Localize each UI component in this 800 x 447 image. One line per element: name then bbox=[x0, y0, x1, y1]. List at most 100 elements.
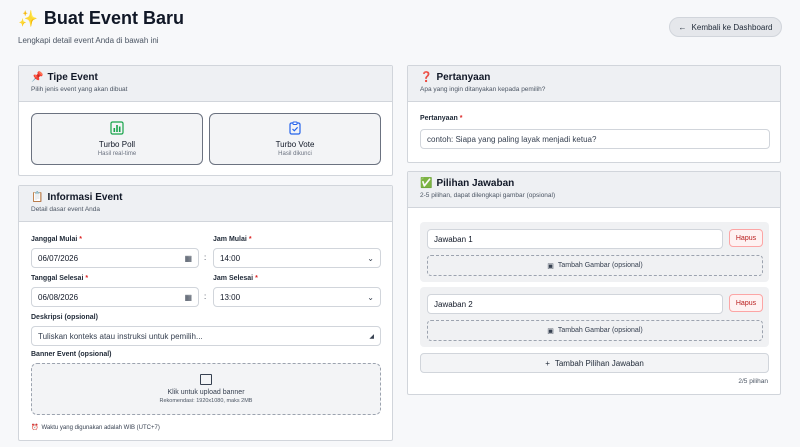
required-mark: * bbox=[85, 275, 89, 282]
time-separator: : bbox=[204, 253, 207, 262]
required-mark: * bbox=[79, 236, 83, 243]
question-label: Pertanyaan * bbox=[420, 115, 462, 122]
calendar-icon: ▦ bbox=[184, 253, 192, 263]
turbo-poll-label: Turbo Poll bbox=[98, 140, 136, 149]
required-mark: * bbox=[255, 275, 258, 282]
chevron-down-icon: ⌄ bbox=[367, 253, 374, 263]
event-info-description: Detail dasar event Anda bbox=[31, 206, 101, 213]
arrow-left-icon: ← bbox=[678, 22, 687, 32]
event-type-title: 📌 Tipe Event bbox=[31, 72, 380, 83]
question-input[interactable]: contoh: Siapa yang paling layak menjadi … bbox=[420, 129, 770, 149]
question-description: Apa yang ingin ditanyakan kepada pemilih… bbox=[420, 86, 546, 93]
end-time-value: 13:00 bbox=[220, 292, 241, 302]
delete-answer-button[interactable]: Hapus bbox=[729, 294, 763, 312]
image-icon bbox=[200, 374, 212, 385]
start-date-label: Janggal Mulai * bbox=[31, 236, 82, 243]
start-time-label-text: Jam Mulai bbox=[213, 236, 247, 243]
sparkles-icon: ✨ bbox=[18, 10, 38, 28]
end-date-field[interactable]: 06/08/2026 ▦ bbox=[31, 287, 199, 307]
event-info-card: 📋 Informasi Event Detail dasar event And… bbox=[18, 185, 393, 441]
event-type-description: Pilih jenis event yang akan dibuat bbox=[31, 86, 128, 93]
clipboard-check-icon bbox=[289, 121, 301, 135]
answer-input[interactable]: Jawaban 2 bbox=[427, 294, 723, 314]
banner-upload-area[interactable]: Klik untuk upload banner Rekomendasi: 19… bbox=[31, 363, 381, 415]
answers-title-text: Pilihan Jawaban bbox=[436, 178, 515, 189]
add-answer-label: Tambah Pilihan Jawaban bbox=[554, 358, 644, 368]
event-info-title-text: Informasi Event bbox=[47, 192, 123, 203]
answers-card: ✅ Pilihan Jawaban 2-5 pilihan, dapat dil… bbox=[407, 171, 781, 395]
start-date-label-text: Janggal Mulai bbox=[31, 236, 78, 243]
chevron-down-icon: ⌄ bbox=[367, 292, 374, 302]
image-icon: ▣ bbox=[547, 327, 554, 335]
question-title: ❓ Pertanyaan bbox=[420, 72, 768, 83]
event-type-title-text: Tipe Event bbox=[47, 72, 98, 83]
start-time-select[interactable]: 14:00 ⌄ bbox=[213, 248, 381, 268]
turbo-vote-option[interactable]: Turbo Vote Hasil dikunci bbox=[209, 113, 381, 165]
answer-count: 2/5 pilihan bbox=[738, 378, 768, 385]
turbo-vote-sub: Hasil dikunci bbox=[278, 151, 312, 157]
required-mark: * bbox=[248, 236, 252, 243]
back-to-dashboard-button[interactable]: ← Kembali ke Dashboard bbox=[669, 17, 782, 37]
question-card-header: ❓ Pertanyaan Apa yang ingin ditanyakan k… bbox=[408, 66, 780, 102]
answer-item: Jawaban 2 Hapus ▣ Tambah Gambar (opsiona… bbox=[420, 287, 769, 347]
end-date-label-text: Tanggal Selesai bbox=[31, 275, 84, 282]
answers-title: ✅ Pilihan Jawaban bbox=[420, 178, 768, 189]
answers-card-header: ✅ Pilihan Jawaban 2-5 pilihan, dapat dil… bbox=[408, 172, 780, 208]
end-date-value: 06/08/2026 bbox=[38, 292, 79, 302]
calendar-icon: ▦ bbox=[184, 292, 192, 302]
timezone-note: ⏰ Waktu yang digunakan adalah WIB (UTC+7… bbox=[31, 424, 160, 432]
answers-description: 2-5 pilihan, dapat dilengkapi gambar (op… bbox=[420, 192, 556, 199]
answer-placeholder: Jawaban 1 bbox=[434, 234, 473, 244]
turbo-vote-label: Turbo Vote bbox=[275, 140, 315, 149]
question-label-text: Pertanyaan bbox=[420, 115, 458, 122]
back-button-label: Kembali ke Dashboard bbox=[691, 22, 773, 32]
alarm-clock-icon: ⏰ bbox=[31, 425, 39, 431]
resize-handle-icon[interactable]: ◢ bbox=[369, 333, 374, 340]
add-image-button[interactable]: ▣ Tambah Gambar (opsional) bbox=[427, 255, 763, 276]
add-image-label: Tambah Gambar (opsional) bbox=[557, 262, 643, 269]
time-separator: : bbox=[204, 292, 207, 301]
question-card: ❓ Pertanyaan Apa yang ingin ditanyakan k… bbox=[407, 65, 781, 163]
page-title-text: Buat Event Baru bbox=[43, 8, 184, 28]
plus-icon: + bbox=[545, 358, 550, 368]
clipboard-icon: 📋 bbox=[31, 192, 44, 203]
add-answer-button[interactable]: + Tambah Pilihan Jawaban bbox=[420, 353, 769, 373]
delete-answer-button[interactable]: Hapus bbox=[729, 229, 763, 247]
answer-input[interactable]: Jawaban 1 bbox=[427, 229, 723, 249]
start-date-value: 06/07/2026 bbox=[38, 253, 79, 263]
banner-label: Banner Event (opsional) bbox=[31, 351, 112, 358]
image-icon: ▣ bbox=[547, 262, 554, 270]
question-title-text: Pertanyaan bbox=[436, 72, 491, 83]
banner-upload-title: Klik untuk upload banner bbox=[167, 389, 245, 396]
add-image-button[interactable]: ▣ Tambah Gambar (opsional) bbox=[427, 320, 763, 341]
start-date-field[interactable]: 06/07/2026 ▦ bbox=[31, 248, 199, 268]
start-time-value: 14:00 bbox=[220, 253, 241, 263]
bar-chart-icon bbox=[110, 121, 124, 135]
question-mark-icon: ❓ bbox=[420, 72, 433, 83]
end-time-select[interactable]: 13:00 ⌄ bbox=[213, 287, 381, 307]
required-mark: * bbox=[459, 115, 463, 122]
end-time-label: Jam Selesai * bbox=[213, 275, 258, 282]
check-mark-icon: ✅ bbox=[420, 178, 433, 189]
description-label: Deskripsi (opsional) bbox=[31, 314, 98, 321]
event-info-card-header: 📋 Informasi Event Detail dasar event And… bbox=[19, 186, 392, 222]
page-subtitle: Lengkapi detail event Anda di bawah ini bbox=[18, 36, 159, 45]
banner-upload-hint: Rekomendasi: 1920x1080, maks 2MB bbox=[159, 398, 253, 404]
page-title: ✨ Buat Event Baru bbox=[18, 8, 184, 29]
description-textarea[interactable]: Tuliskan konteks atau instruksi untuk pe… bbox=[31, 326, 381, 346]
event-type-card-header: 📌 Tipe Event Pilih jenis event yang akan… bbox=[19, 66, 392, 102]
event-info-title: 📋 Informasi Event bbox=[31, 192, 380, 203]
turbo-poll-sub: Hasil real-time bbox=[97, 151, 137, 157]
add-image-label: Tambah Gambar (opsional) bbox=[557, 327, 643, 334]
event-type-card: 📌 Tipe Event Pilih jenis event yang akan… bbox=[18, 65, 393, 176]
question-placeholder: contoh: Siapa yang paling layak menjadi … bbox=[427, 134, 597, 144]
answer-item: Jawaban 1 Hapus ▣ Tambah Gambar (opsiona… bbox=[420, 222, 769, 282]
answer-placeholder: Jawaban 2 bbox=[434, 299, 473, 309]
start-time-label: Jam Mulai * bbox=[213, 236, 252, 243]
turbo-poll-option[interactable]: Turbo Poll Hasil real-time bbox=[31, 113, 203, 165]
pushpin-icon: 📌 bbox=[31, 72, 44, 83]
end-time-label-text: Jam Selesai bbox=[213, 275, 254, 282]
timezone-note-text: Waktu yang digunakan adalah WIB (UTC+7) bbox=[41, 424, 160, 431]
end-date-label: Tanggal Selesai * bbox=[31, 275, 88, 282]
description-placeholder: Tuliskan konteks atau instruksi untuk pe… bbox=[38, 331, 203, 341]
